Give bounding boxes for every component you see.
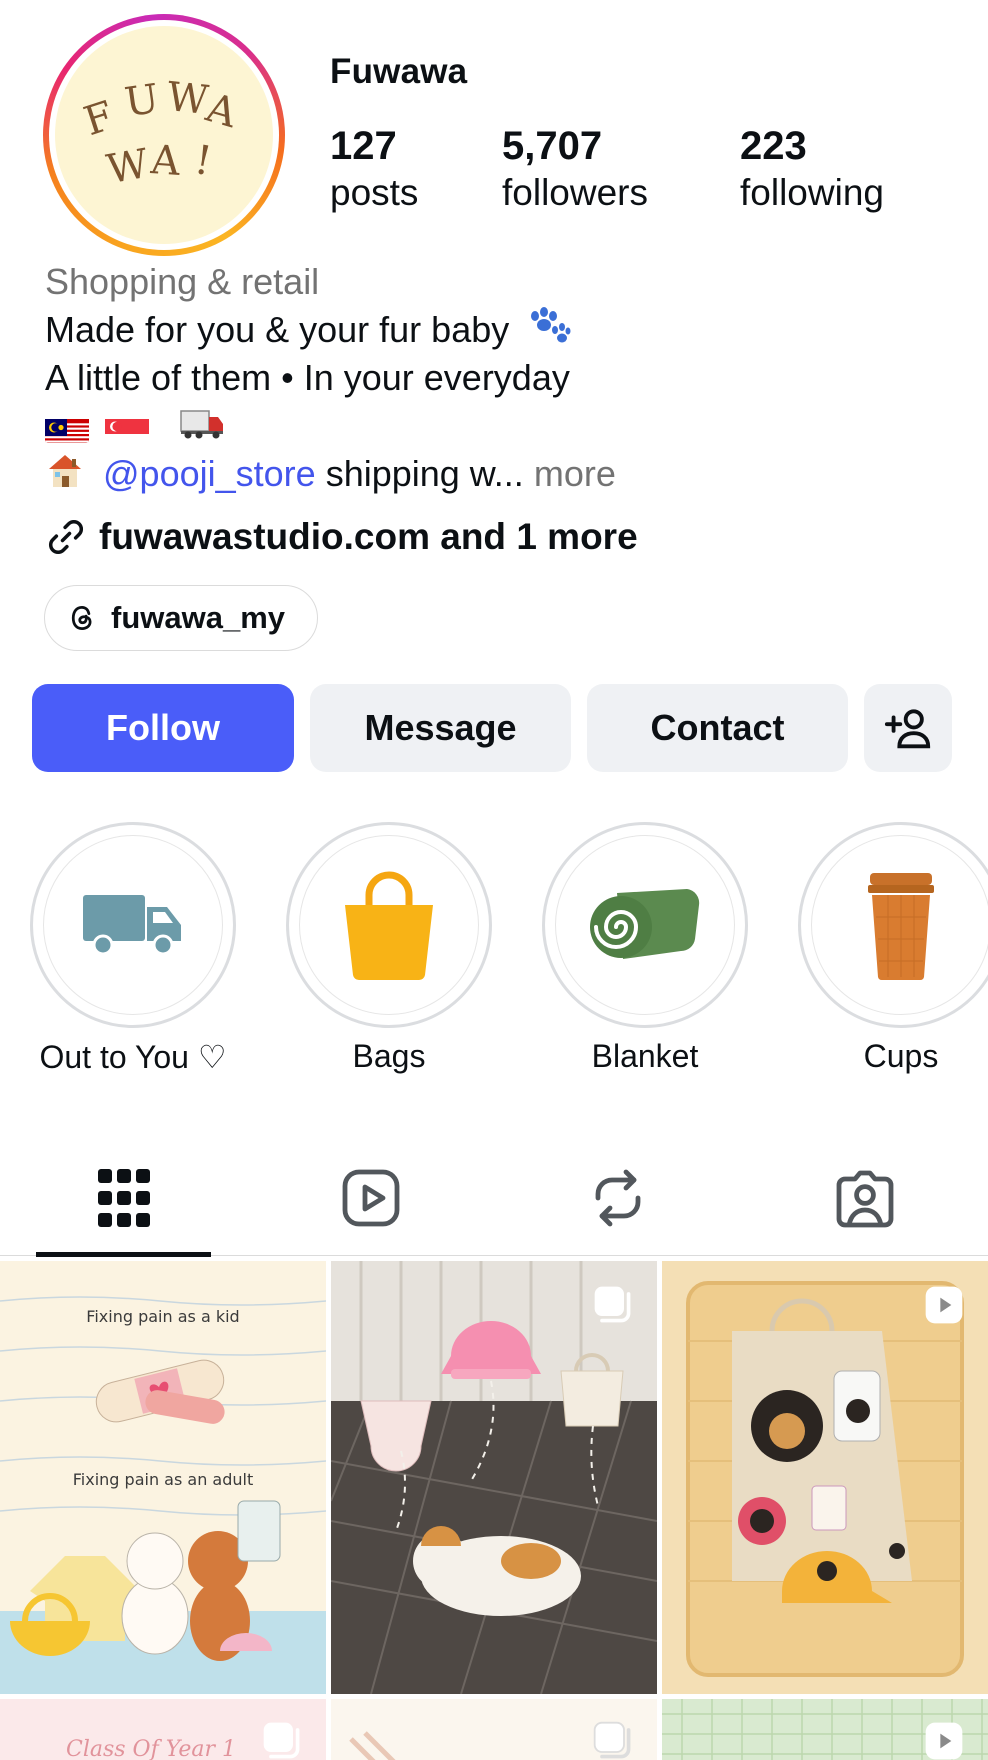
bio-line-1-text: Made for you & your fur baby (45, 309, 510, 350)
stat-posts-value: 127 (330, 124, 397, 168)
avatar-letter: U (121, 75, 162, 127)
link-icon (48, 519, 84, 555)
avatar-letter: F (78, 92, 120, 146)
highlight-ring (542, 822, 748, 1028)
bio-line-2: A little of them • In your everyday (45, 357, 570, 398)
profile-avatar-ring[interactable]: F U W A W A ! (43, 14, 285, 256)
stat-posts-label: posts (330, 172, 419, 213)
blanket-icon (590, 889, 700, 959)
cup-icon (868, 873, 934, 981)
profile-username: Fuwawa (330, 52, 468, 91)
post-tile[interactable] (331, 1261, 657, 1694)
threads-icon (71, 605, 92, 631)
bio-line-4-text: shipping w... (315, 453, 524, 494)
avatar-letter: ! (191, 136, 215, 186)
external-link-text: fuwawastudio.com and 1 more (99, 516, 638, 557)
post-tile[interactable]: Class Of Year 1 (0, 1699, 326, 1760)
highlight-cups[interactable]: Cups (798, 822, 988, 1075)
paw-icon (531, 307, 571, 343)
reel-icon (925, 1286, 963, 1324)
highlight-label: Blanket (591, 1038, 699, 1074)
highlight-cover (555, 835, 735, 1015)
bio-line-4: @pooji_store shipping w... more (45, 450, 965, 501)
highlight-label: Out to You ♡ (39, 1039, 227, 1075)
post-caption-top: Class Of Year 1 (66, 1737, 236, 1760)
profile-tabs (0, 1140, 988, 1257)
stat-followers[interactable]: 5,707 followers (502, 122, 648, 216)
carousel-icon (593, 1721, 631, 1759)
reposts-icon (595, 1169, 640, 1227)
external-link[interactable]: fuwawastudio.com and 1 more (45, 516, 638, 558)
post-tile[interactable] (662, 1699, 988, 1760)
stat-followers-value: 5,707 (502, 124, 603, 168)
stat-following[interactable]: 223 following (740, 122, 884, 216)
reel-icon (925, 1722, 963, 1760)
highlight-label: Cups (863, 1038, 939, 1074)
stat-following-value: 223 (740, 124, 807, 168)
tab-reels[interactable] (247, 1140, 494, 1256)
suggested-users-button[interactable] (864, 684, 952, 772)
tab-reposts[interactable] (494, 1140, 741, 1256)
post-tile[interactable] (331, 1699, 657, 1760)
malaysia-flag-icon (45, 413, 89, 444)
post-caption-bottom: Fixing pain as an adult (72, 1470, 254, 1489)
message-button[interactable]: Message (310, 684, 571, 772)
highlight-ring (286, 822, 492, 1028)
threads-badge[interactable]: fuwawa_my (44, 585, 319, 651)
bio-line-1: Made for you & your fur baby (45, 306, 965, 354)
post-tile[interactable]: Fixing pain as a kid Fixing pain as an a… (0, 1261, 326, 1694)
tagged-icon (836, 1170, 893, 1228)
stat-followers-label: followers (502, 172, 648, 213)
post-caption-top: Fixing pain as a kid (86, 1307, 240, 1326)
highlight-label: Bags (352, 1038, 426, 1074)
highlight-ring (798, 822, 988, 1028)
carousel-icon (263, 1722, 300, 1759)
bag-icon (345, 871, 433, 981)
active-tab-indicator (36, 1252, 211, 1257)
grid-icon (97, 1169, 150, 1227)
avatar-gap: F U W A W A ! (49, 20, 279, 250)
avatar-letter: A (149, 137, 182, 185)
avatar-letter: W (164, 73, 211, 125)
follow-button[interactable]: Follow (32, 684, 294, 772)
highlight-blanket[interactable]: Blanket (542, 822, 748, 1075)
stat-posts[interactable]: 127 posts (330, 122, 418, 216)
stat-following-label: following (740, 172, 884, 213)
post-tile[interactable] (662, 1261, 988, 1694)
highlight-ring (30, 822, 236, 1028)
truck-emoji-icon (179, 404, 225, 452)
singapore-flag-icon (105, 413, 150, 444)
highlight-cover (43, 835, 223, 1015)
tab-tagged[interactable] (741, 1140, 988, 1256)
highlight-cover (299, 835, 479, 1015)
add-person-icon (884, 709, 931, 749)
carousel-icon (594, 1286, 631, 1323)
avatar[interactable]: F U W A W A ! (55, 26, 273, 244)
tab-posts[interactable] (0, 1140, 247, 1256)
highlight-bags[interactable]: Bags (286, 822, 492, 1075)
house-icon (45, 451, 85, 501)
reels-icon (342, 1169, 399, 1227)
bio-more-link[interactable]: more (534, 453, 616, 494)
bio-flags (45, 402, 965, 450)
highlight-out-to-you[interactable]: Out to You ♡ (30, 822, 236, 1076)
bio: Shopping & retail Made for you & your fu… (45, 258, 965, 501)
avatar-letter: W (103, 140, 152, 194)
contact-button[interactable]: Contact (587, 684, 848, 772)
highlight-cover (811, 835, 988, 1015)
bio-category: Shopping & retail (45, 261, 320, 302)
bio-mention-link[interactable]: @pooji_store (103, 453, 316, 494)
threads-handle: fuwawa_my (111, 600, 286, 635)
truck-icon (83, 895, 181, 956)
